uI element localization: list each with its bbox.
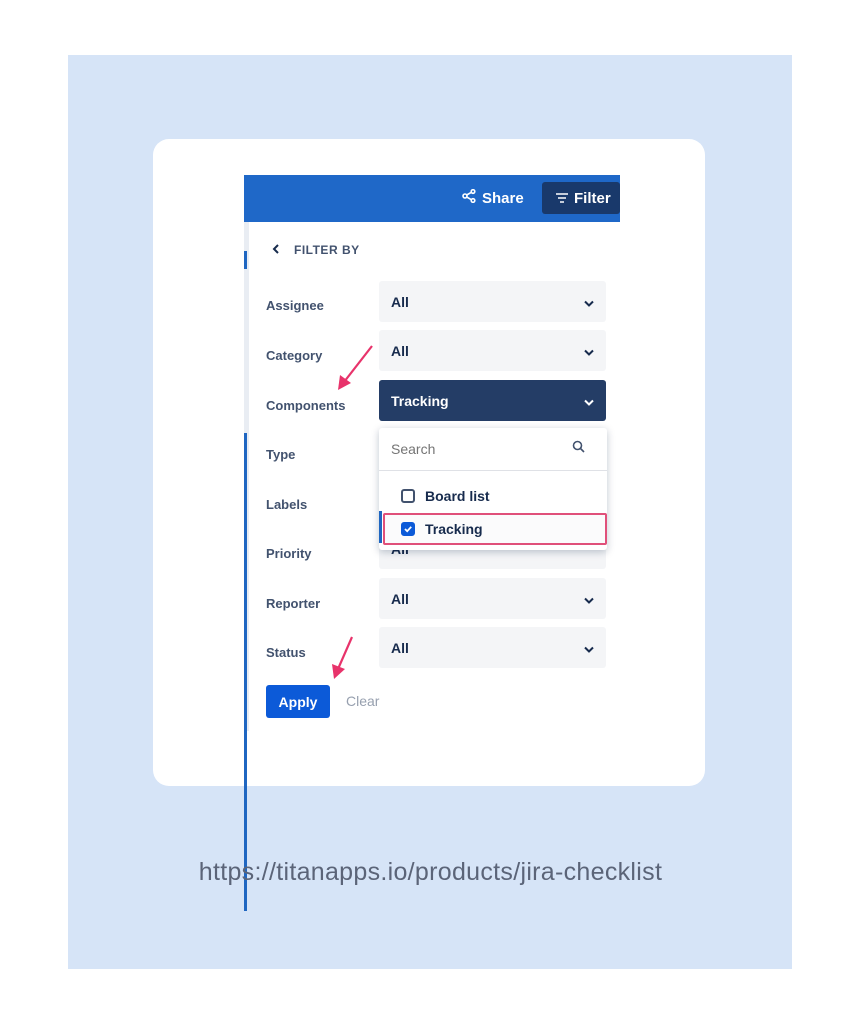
chevron-down-icon <box>584 393 594 409</box>
filter-by-back[interactable]: FILTER BY <box>272 243 360 257</box>
reporter-select[interactable]: All <box>379 578 606 619</box>
apply-button[interactable]: Apply <box>266 685 330 718</box>
label-type: Type <box>266 447 296 462</box>
reporter-value: All <box>391 590 409 607</box>
search-icon <box>572 440 585 458</box>
chevron-down-icon <box>584 343 594 359</box>
components-select[interactable]: Tracking <box>379 380 606 421</box>
option-label: Tracking <box>425 521 483 537</box>
status-value: All <box>391 639 409 656</box>
chevron-down-icon <box>584 640 594 656</box>
option-label: Board list <box>425 488 490 504</box>
label-status: Status <box>266 645 306 660</box>
share-label: Share <box>482 189 524 207</box>
arrow-annotation-icon <box>338 345 373 390</box>
sidebar-edge <box>244 175 249 911</box>
label-components: Components <box>266 398 346 413</box>
category-value: All <box>391 342 409 359</box>
chevron-down-icon <box>584 591 594 607</box>
label-reporter: Reporter <box>266 596 321 611</box>
assignee-select[interactable]: All <box>379 281 606 322</box>
components-value: Tracking <box>391 392 449 409</box>
label-labels: Labels <box>266 497 308 512</box>
checkbox-icon[interactable] <box>401 522 415 536</box>
label-category: Category <box>266 348 323 363</box>
clear-button[interactable]: Clear <box>346 693 379 709</box>
category-select[interactable]: All <box>379 330 606 371</box>
label-priority: Priority <box>266 546 312 561</box>
filter-label: Filter <box>574 189 611 207</box>
filter-icon <box>556 190 568 207</box>
selection-indicator <box>379 511 382 543</box>
option-tracking[interactable]: Tracking <box>383 513 607 545</box>
components-dropdown: Board list Tracking <box>379 428 607 550</box>
arrow-annotation-icon <box>332 636 354 679</box>
label-assignee: Assignee <box>266 298 324 313</box>
option-board-list[interactable]: Board list <box>379 480 607 512</box>
assignee-value: All <box>391 293 409 310</box>
filter-button[interactable]: Filter <box>542 182 620 214</box>
status-select[interactable]: All <box>379 627 606 668</box>
share-button[interactable]: Share <box>462 186 524 210</box>
filter-by-title: FILTER BY <box>294 243 360 257</box>
chevron-left-icon <box>272 243 280 257</box>
share-icon <box>462 188 476 207</box>
source-url: https://titanapps.io/products/jira-check… <box>198 858 663 886</box>
chevron-down-icon <box>584 294 594 310</box>
search-input[interactable] <box>391 441 541 457</box>
search-box <box>379 428 607 471</box>
checkbox-icon[interactable] <box>401 489 415 503</box>
